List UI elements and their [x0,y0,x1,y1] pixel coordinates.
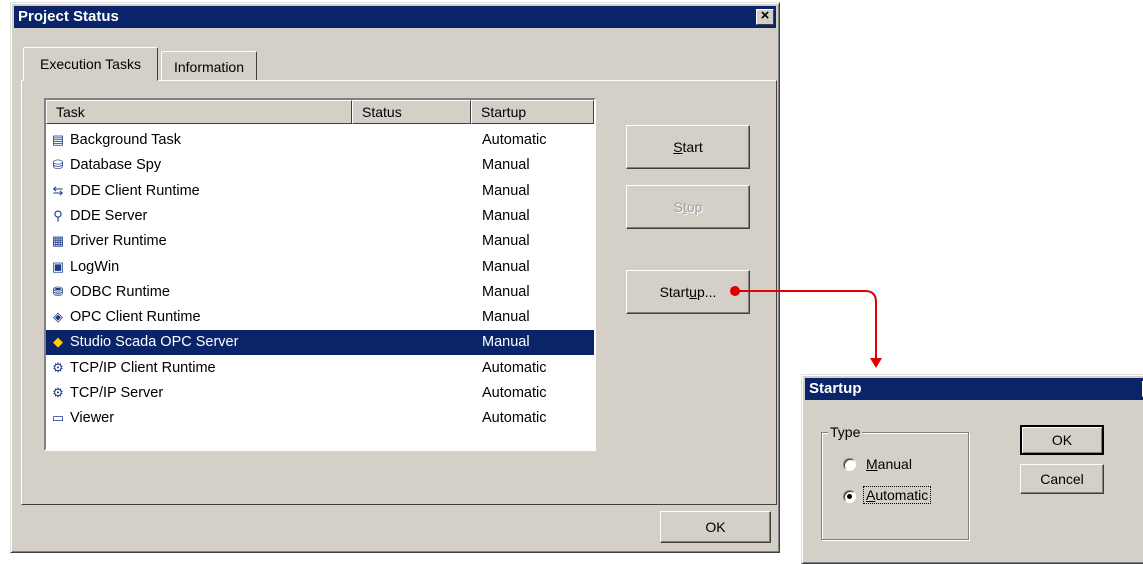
task-name: Studio Scada OPC Server [70,334,239,351]
task-startup: Manual [482,258,530,275]
driver-runtime-icon: ▦ [51,233,65,249]
table-row[interactable]: ⛃ ODBC Runtime Manual [46,280,594,305]
table-row[interactable]: ▭ Viewer Automatic [46,406,594,431]
radio-automatic[interactable]: Automatic [843,486,958,507]
dde-server-icon: ⚲ [53,207,63,223]
task-startup: Manual [482,309,530,326]
task-name: TCP/IP Client Runtime [70,359,216,376]
task-name: DDE Server [70,207,148,224]
project-status-window: Project Status × Execution Tasks Informa… [10,2,780,553]
task-name: LogWin [70,258,120,275]
table-row[interactable]: ▣ LogWin Manual [46,255,594,280]
table-row[interactable]: ▦ Driver Runtime Manual [46,229,594,254]
task-startup: Automatic [482,132,547,148]
task-name: OPC Client Runtime [70,309,201,326]
opc-server-icon: ◆ [53,334,63,350]
startup-button[interactable]: Startup... [626,270,750,314]
table-row[interactable]: ◈ OPC Client Runtime Manual [46,305,594,330]
background-task-icon: ▤ [51,132,65,147]
column-header-task[interactable]: Task [46,100,352,124]
task-name: Driver Runtime [70,233,167,250]
odbc-runtime-icon: ⛃ [52,283,64,299]
table-row[interactable]: ⚙ TCP/IP Server Automatic [46,381,594,406]
dde-client-icon: ⇆ [52,182,64,198]
stop-button[interactable]: Stop [626,185,750,229]
startup-cancel-button[interactable]: Cancel [1020,464,1104,494]
task-startup: Manual [482,233,530,250]
task-name: Background Task [70,132,181,148]
task-startup: Manual [482,283,530,300]
tcpip-server-icon: ⚙ [52,385,64,400]
startup-titlebar: Startup × [805,378,1143,400]
task-startup: Automatic [482,385,547,401]
radio-manual[interactable]: Manual [843,455,953,475]
type-group-label: Type [828,424,863,440]
task-list[interactable]: Task Status Startup ▤ Background Task Auto… [44,98,596,451]
dialog-title: Startup [809,380,862,397]
tab-execution-tasks[interactable]: Execution Tasks [23,47,158,81]
table-row[interactable]: ⛁ Database Spy Manual [46,153,594,178]
radio-automatic-circle[interactable] [843,490,856,503]
table-row[interactable]: ⚲ DDE Server Manual [46,204,594,229]
task-startup: Manual [482,157,530,174]
logwin-icon: ▣ [51,258,65,274]
task-name: Database Spy [70,157,162,174]
task-startup: Automatic [482,410,547,427]
database-spy-icon: ⛁ [52,157,64,173]
table-row[interactable]: ⇆ DDE Client Runtime Manual [46,179,594,204]
task-name: DDE Client Runtime [70,182,200,199]
window-title: Project Status [18,8,119,25]
table-row[interactable]: ⚙ TCP/IP Client Runtime Automatic [46,356,594,381]
startup-ok-button[interactable]: OK [1020,425,1104,455]
task-startup: Manual [482,334,530,351]
tcpip-client-icon: ⚙ [52,359,64,375]
type-groupbox [821,432,969,540]
ok-button[interactable]: OK [660,511,771,543]
task-startup: Automatic [482,359,547,376]
start-button[interactable]: Start [626,125,750,169]
tab-information[interactable]: Information [161,51,257,81]
table-row[interactable]: ◆ Studio Scada OPC Server Manual [46,330,594,356]
column-header-startup[interactable]: Startup [471,100,594,124]
task-name: Viewer [70,410,115,427]
task-name: ODBC Runtime [70,283,170,300]
startup-dialog: Startup × Type Manual Automatic OK Cance… [801,374,1143,564]
opc-client-icon: ◈ [53,309,63,325]
column-header-status[interactable]: Status [352,100,471,124]
viewer-icon: ▭ [51,410,65,426]
radio-manual-circle[interactable] [843,458,856,471]
project-status-titlebar: Project Status × [14,6,776,28]
task-name: TCP/IP Server [70,385,164,401]
table-row[interactable]: ▤ Background Task Automatic [46,128,594,153]
close-icon[interactable]: × [756,8,774,25]
task-startup: Manual [482,182,530,199]
task-startup: Manual [482,207,530,224]
connector-arrowhead [870,358,882,368]
